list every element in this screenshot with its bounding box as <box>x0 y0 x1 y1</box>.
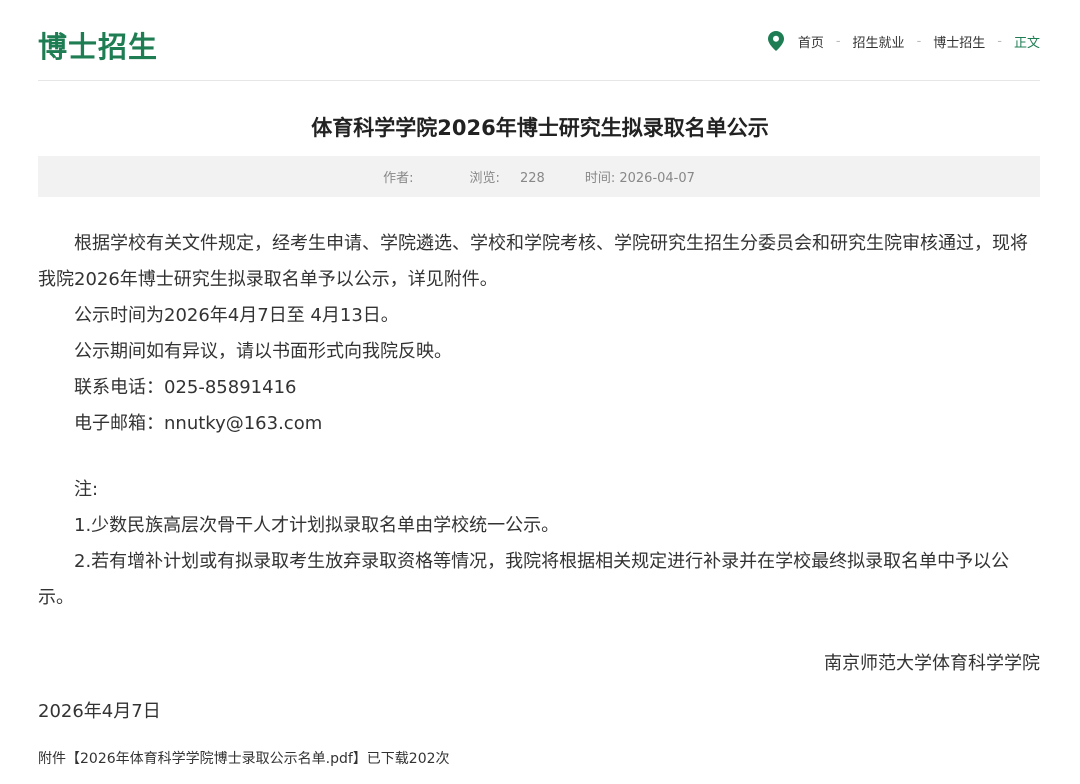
breadcrumb-home[interactable]: 首页 <box>798 32 824 51</box>
page: 博士招生 首页 - 招生就业 - 博士招生 - 正文 体育科学学院2026年博士… <box>0 0 1080 784</box>
meta-views-label: 浏览: <box>469 171 500 186</box>
body-paragraph: 根据学校有关文件规定，经考生申请、学院遴选、学校和学院考核、学院研究生招生分委员… <box>38 233 1028 290</box>
body-paragraph: 公示期间如有异议，请以书面形式向我院反映。 <box>74 341 452 362</box>
note-item: 1.少数民族高层次骨干人才计划拟录取名单由学校统一公示。 <box>74 515 560 536</box>
attachment-link[interactable]: 【2026年体育科学学院博士录取公示名单.pdf】 <box>66 751 367 767</box>
body-paragraph: 电子邮箱：nnutky@163.com <box>74 413 323 434</box>
meta-author-label: 作者: <box>383 171 414 186</box>
meta-author: 作者: <box>383 167 429 186</box>
meta-time-label: 时间: <box>584 171 616 186</box>
signature-date: 2026年4月7日 <box>38 701 161 722</box>
article-meta-bar: 作者: 浏览: 228 时间: 2026-04-07 <box>38 156 1040 197</box>
body-paragraph: 联系电话：025-85891416 <box>74 377 297 398</box>
attachment-line: 附件【2026年体育科学学院博士录取公示名单.pdf】已下载202次 <box>38 748 450 768</box>
note-heading: 注: <box>74 479 99 500</box>
breadcrumb-phd-admissions[interactable]: 博士招生 <box>933 32 985 51</box>
article-body: 根据学校有关文件规定，经考生申请、学院遴选、学校和学院考核、学院研究生招生分委员… <box>38 226 1040 730</box>
location-pin-icon <box>767 31 784 51</box>
breadcrumb-separator: - <box>997 33 1002 49</box>
site-header: 博士招生 首页 - 招生就业 - 博士招生 - 正文 <box>38 0 1040 81</box>
attachment-prefix: 附件 <box>38 751 66 767</box>
site-title[interactable]: 博士招生 <box>38 24 158 66</box>
meta-time: 时间: 2026-04-07 <box>585 167 695 186</box>
article-title: 体育科学学院2026年博士研究生拟录取名单公示 <box>311 116 769 140</box>
breadcrumb-admissions[interactable]: 招生就业 <box>853 32 905 51</box>
meta-views-value: 228 <box>520 171 545 186</box>
breadcrumb-current: 正文 <box>1013 35 1040 51</box>
breadcrumb-separator: - <box>916 33 922 49</box>
note-item: 2.若有增补计划或有拟录取考生放弃录取资格等情况，我院将根据相关规定进行补录并在… <box>38 551 1010 608</box>
attachment-downloads: 已下载202次 <box>366 751 450 767</box>
breadcrumb-separator: - <box>835 33 841 49</box>
signature: 南京师范大学体育科学学院 <box>824 653 1040 674</box>
breadcrumb: 首页 - 招生就业 - 博士招生 - 正文 <box>767 31 1040 51</box>
meta-time-value: 2026-04-07 <box>619 171 695 186</box>
meta-views: 浏览: 228 <box>469 167 544 186</box>
body-paragraph: 公示时间为2026年4月7日至 4月13日。 <box>74 305 399 326</box>
